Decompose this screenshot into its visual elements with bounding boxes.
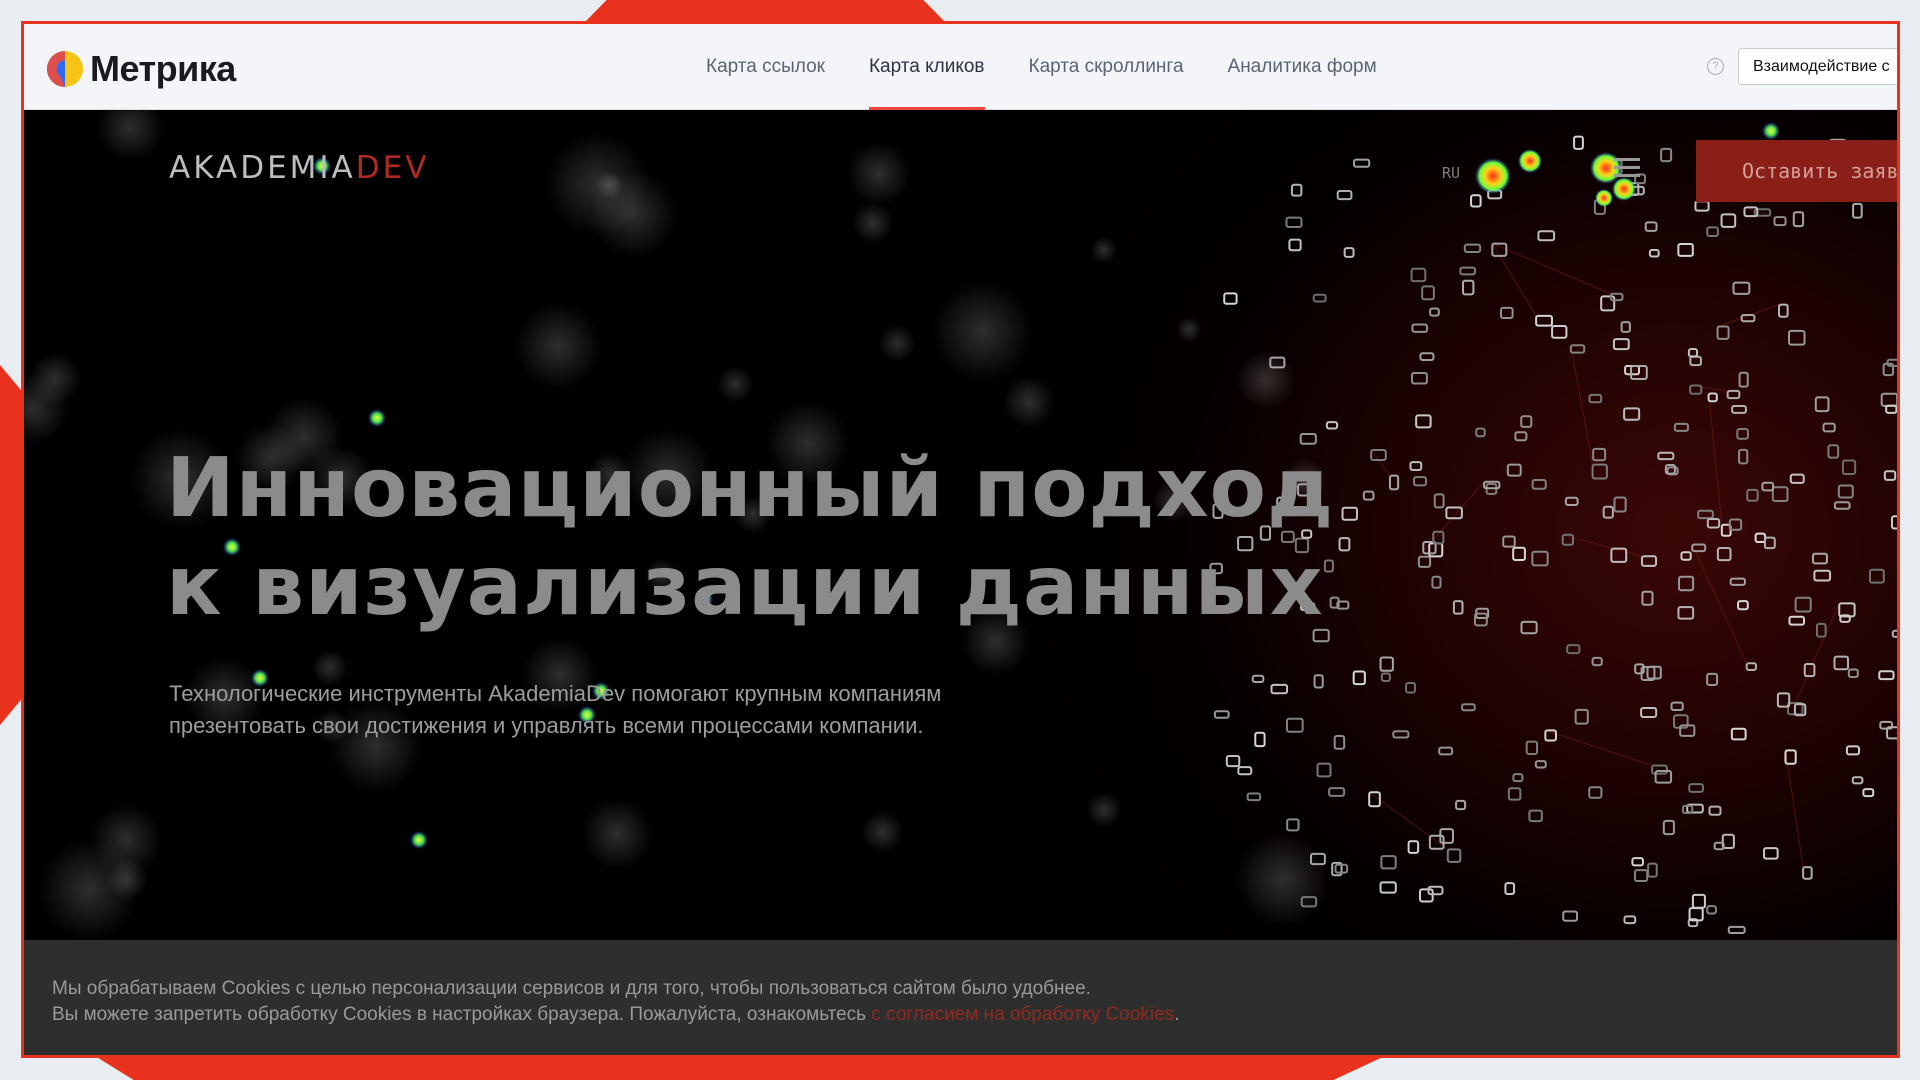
screenshot-frame: Метрика Карта ссылок Карта кликов Карта …: [21, 21, 1900, 1058]
cookie-text-suffix: .: [1174, 1004, 1180, 1025]
logo-accent-text: DEV: [355, 150, 430, 186]
hero-subtitle-line-2: презентовать свои достижения и управлять…: [169, 713, 924, 738]
logo-main-text: AKADEMIA: [169, 150, 356, 186]
cookie-consent-link[interactable]: с согласием на обработку Cookies: [871, 1004, 1174, 1025]
tab-click-map[interactable]: Карта кликов: [847, 24, 1007, 110]
cookie-text-prefix: Вы можете запретить обработку Cookies в …: [52, 1004, 872, 1025]
hero-subtitle-line-1: Технологические инструменты AkademiaDev …: [169, 681, 942, 706]
cookie-text-line-2: Вы можете запретить обработку Cookies в …: [52, 1002, 1897, 1028]
tab-scroll-map[interactable]: Карта скроллинга: [1007, 24, 1206, 110]
metrika-logo: Метрика: [46, 48, 236, 90]
cookie-text-line-1: Мы обрабатываем Cookies с целью персонал…: [52, 978, 1091, 999]
language-switcher[interactable]: RU: [1442, 164, 1460, 182]
leave-request-button[interactable]: Оставить заяв: [1696, 140, 1897, 202]
tab-form-analytics[interactable]: Аналитика форм: [1206, 24, 1399, 110]
decorative-red-shape-top: [585, 0, 945, 22]
metrika-toolbar: Метрика Карта ссылок Карта кликов Карта …: [24, 24, 1897, 110]
hero-title: Инновационный подход к визуализации данн…: [166, 440, 1416, 636]
tab-link-map[interactable]: Карта ссылок: [684, 24, 847, 110]
site-hero: AKADEMIADEV RU Оставить заяв Инновационн…: [24, 110, 1897, 940]
akademiadev-logo[interactable]: AKADEMIADEV: [169, 150, 429, 186]
help-icon[interactable]: ?: [1707, 58, 1724, 75]
decorative-red-shape-bottom: [95, 1056, 1385, 1080]
metrika-logo-icon: [46, 50, 84, 88]
interaction-button[interactable]: Взаимодействие с: [1738, 48, 1897, 85]
menu-icon[interactable]: [1614, 158, 1640, 182]
cookie-notice: Мы обрабатываем Cookies с целью персонал…: [24, 940, 1897, 1055]
heatmap-tabs: Карта ссылок Карта кликов Карта скроллин…: [684, 24, 1399, 110]
metrika-logo-text: Метрика: [90, 48, 236, 89]
hero-title-line-2: к визуализации данных: [166, 539, 1324, 634]
hero-subtitle: Технологические инструменты AkademiaDev …: [169, 678, 1149, 742]
hero-title-line-1: Инновационный подход: [166, 441, 1335, 536]
